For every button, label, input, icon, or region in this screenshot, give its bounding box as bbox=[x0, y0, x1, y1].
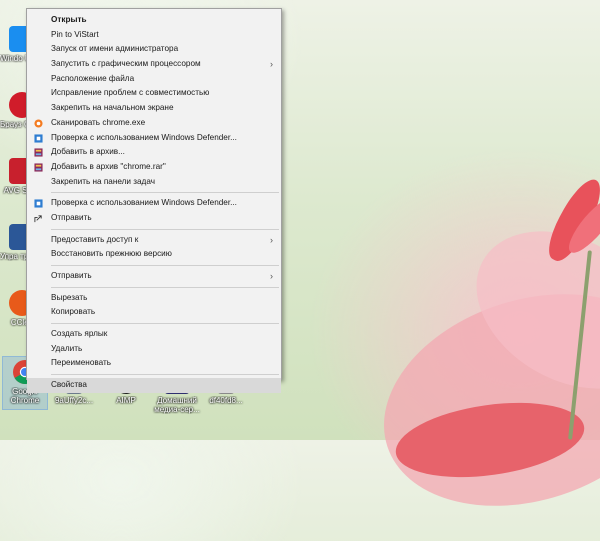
menu-item-open[interactable]: Открыть bbox=[27, 13, 281, 28]
menu-item-delete[interactable]: Удалить bbox=[27, 342, 281, 357]
defender-icon bbox=[34, 199, 43, 208]
menu-separator bbox=[51, 323, 279, 325]
menu-item-pin-to-taskbar[interactable]: Закрепить на панели задач bbox=[27, 175, 281, 190]
desktop-icon-label: Домашний медиа-сер... bbox=[154, 396, 200, 414]
menu-separator bbox=[51, 265, 279, 266]
menu-separator bbox=[51, 228, 279, 230]
menu-item-run-as-admin[interactable]: Запуск от имени администратора bbox=[27, 42, 281, 57]
winrar-icon bbox=[34, 148, 43, 157]
menu-item-copy[interactable]: Копировать bbox=[27, 305, 281, 320]
desktop-icon-label: 9aUffy2c... bbox=[54, 396, 94, 405]
avast-icon bbox=[34, 119, 43, 128]
menu-item-defender-scan-2[interactable]: Проверка с использованием Windows Defend… bbox=[27, 196, 281, 211]
defender-icon bbox=[34, 133, 43, 143]
menu-item-cut[interactable]: Вырезать bbox=[27, 291, 281, 306]
menu-item-run-with-gpu[interactable]: Запустить с графическим процессором › bbox=[27, 57, 281, 72]
menu-separator bbox=[51, 286, 279, 288]
menu-item-send-to[interactable]: Отправить › bbox=[27, 269, 281, 284]
menu-item-share[interactable]: Отправить bbox=[27, 211, 281, 226]
winrar-icon bbox=[34, 163, 43, 172]
menu-item-file-location[interactable]: Расположение файла bbox=[27, 72, 281, 87]
context-menu: Открыть Pin to ViStart Запуск от имени а… bbox=[26, 8, 282, 393]
desktop-icon-label: df40fd8... bbox=[209, 396, 243, 405]
menu-item-pin-to-vistart[interactable]: Pin to ViStart bbox=[27, 28, 281, 43]
chevron-right-icon: › bbox=[270, 234, 273, 245]
menu-item-pin-to-start[interactable]: Закрепить на начальном экране bbox=[27, 101, 281, 116]
menu-item-defender-scan[interactable]: Проверка с использованием Windows Defend… bbox=[27, 131, 281, 146]
menu-item-restore-previous-version[interactable]: Восстановить прежнюю версию bbox=[27, 247, 281, 262]
menu-item-give-access[interactable]: Предоставить доступ к › bbox=[27, 233, 281, 248]
menu-separator bbox=[51, 192, 279, 194]
menu-item-add-to-chrome-rar[interactable]: Добавить в архив "chrome.rar" bbox=[27, 160, 281, 175]
menu-item-create-shortcut[interactable]: Создать ярлык bbox=[27, 327, 281, 342]
menu-item-add-to-archive[interactable]: Добавить в архив... bbox=[27, 145, 281, 160]
share-icon bbox=[34, 215, 42, 223]
menu-item-scan-chrome[interactable]: Сканировать chrome.exe bbox=[27, 116, 281, 131]
chevron-right-icon: › bbox=[270, 59, 273, 70]
menu-item-troubleshoot-compatibility[interactable]: Исправление проблем с совместимостью bbox=[27, 86, 281, 101]
chevron-right-icon: › bbox=[270, 271, 273, 281]
menu-item-rename[interactable]: Переименовать bbox=[27, 356, 281, 371]
menu-item-properties[interactable]: Свойства bbox=[27, 378, 281, 393]
desktop-icon-label: AIMP bbox=[116, 396, 136, 405]
menu-separator bbox=[51, 374, 279, 376]
